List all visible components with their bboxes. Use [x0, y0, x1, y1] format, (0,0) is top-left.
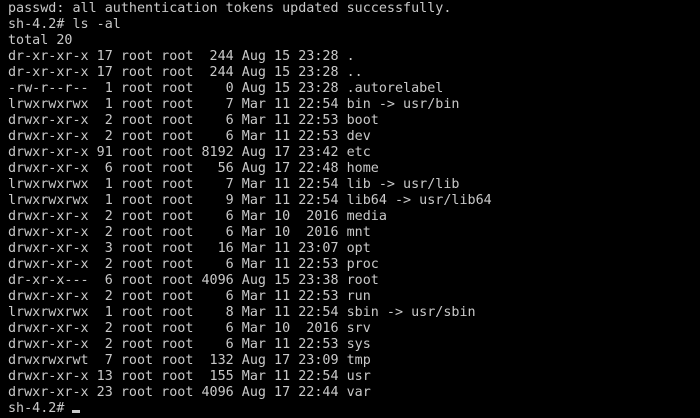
terminal-line: passwd: all authentication tokens update… — [8, 1, 452, 16]
terminal-line: lrwxrwxrwx 1 root root 7 Mar 11 22:54 bi… — [8, 97, 460, 112]
terminal-line: drwxr-xr-x 91 root root 8192 Aug 17 23:4… — [8, 145, 371, 160]
terminal-line: drwxr-xr-x 2 root root 6 Mar 11 22:53 de… — [8, 129, 371, 144]
terminal-line: total 20 — [8, 33, 73, 48]
terminal-line: lrwxrwxrwx 1 root root 8 Mar 11 22:54 sb… — [8, 305, 476, 320]
terminal-line: dr-xr-x--- 6 root root 4096 Aug 15 23:38… — [8, 273, 379, 288]
terminal-line: dr-xr-xr-x 17 root root 244 Aug 15 23:28… — [8, 49, 355, 64]
terminal-line: lrwxrwxrwx 1 root root 9 Mar 11 22:54 li… — [8, 193, 492, 208]
command-prompt-line[interactable]: sh-4.2# — [8, 401, 700, 417]
terminal-line: dr-xr-xr-x 17 root root 244 Aug 15 23:28… — [8, 65, 363, 80]
terminal-line: drwxr-xr-x 23 root root 4096 Aug 17 22:4… — [8, 385, 371, 400]
terminal-line: drwxr-xr-x 2 root root 6 Mar 10 2016 srv — [8, 321, 371, 336]
terminal-line: drwxr-xr-x 2 root root 6 Mar 11 22:53 ru… — [8, 289, 371, 304]
terminal-line: drwxrwxrwt 7 root root 132 Aug 17 23:09 … — [8, 353, 371, 368]
terminal-window[interactable]: passwd: all authentication tokens update… — [0, 0, 700, 418]
terminal-line: drwxr-xr-x 2 root root 6 Mar 11 22:53 bo… — [8, 113, 379, 128]
terminal-line: sh-4.2# ls -al — [8, 17, 121, 32]
terminal-line: drwxr-xr-x 2 root root 6 Mar 10 2016 med… — [8, 209, 387, 224]
terminal-line: drwxr-xr-x 3 root root 16 Mar 11 23:07 o… — [8, 241, 371, 256]
terminal-line: drwxr-xr-x 13 root root 155 Mar 11 22:54… — [8, 369, 371, 384]
terminal-line: -rw-r--r-- 1 root root 0 Aug 15 23:28 .a… — [8, 81, 444, 96]
shell-prompt: sh-4.2# — [8, 401, 65, 416]
terminal-line: drwxr-xr-x 2 root root 6 Mar 11 22:53 sy… — [8, 337, 371, 352]
terminal-line: drwxr-xr-x 2 root root 6 Mar 11 22:53 pr… — [8, 257, 379, 272]
text-cursor — [72, 410, 81, 413]
terminal-line: lrwxrwxrwx 1 root root 7 Mar 11 22:54 li… — [8, 177, 460, 192]
terminal-line: drwxr-xr-x 2 root root 6 Mar 10 2016 mnt — [8, 225, 371, 240]
terminal-line: drwxr-xr-x 6 root root 56 Aug 17 22:48 h… — [8, 161, 379, 176]
